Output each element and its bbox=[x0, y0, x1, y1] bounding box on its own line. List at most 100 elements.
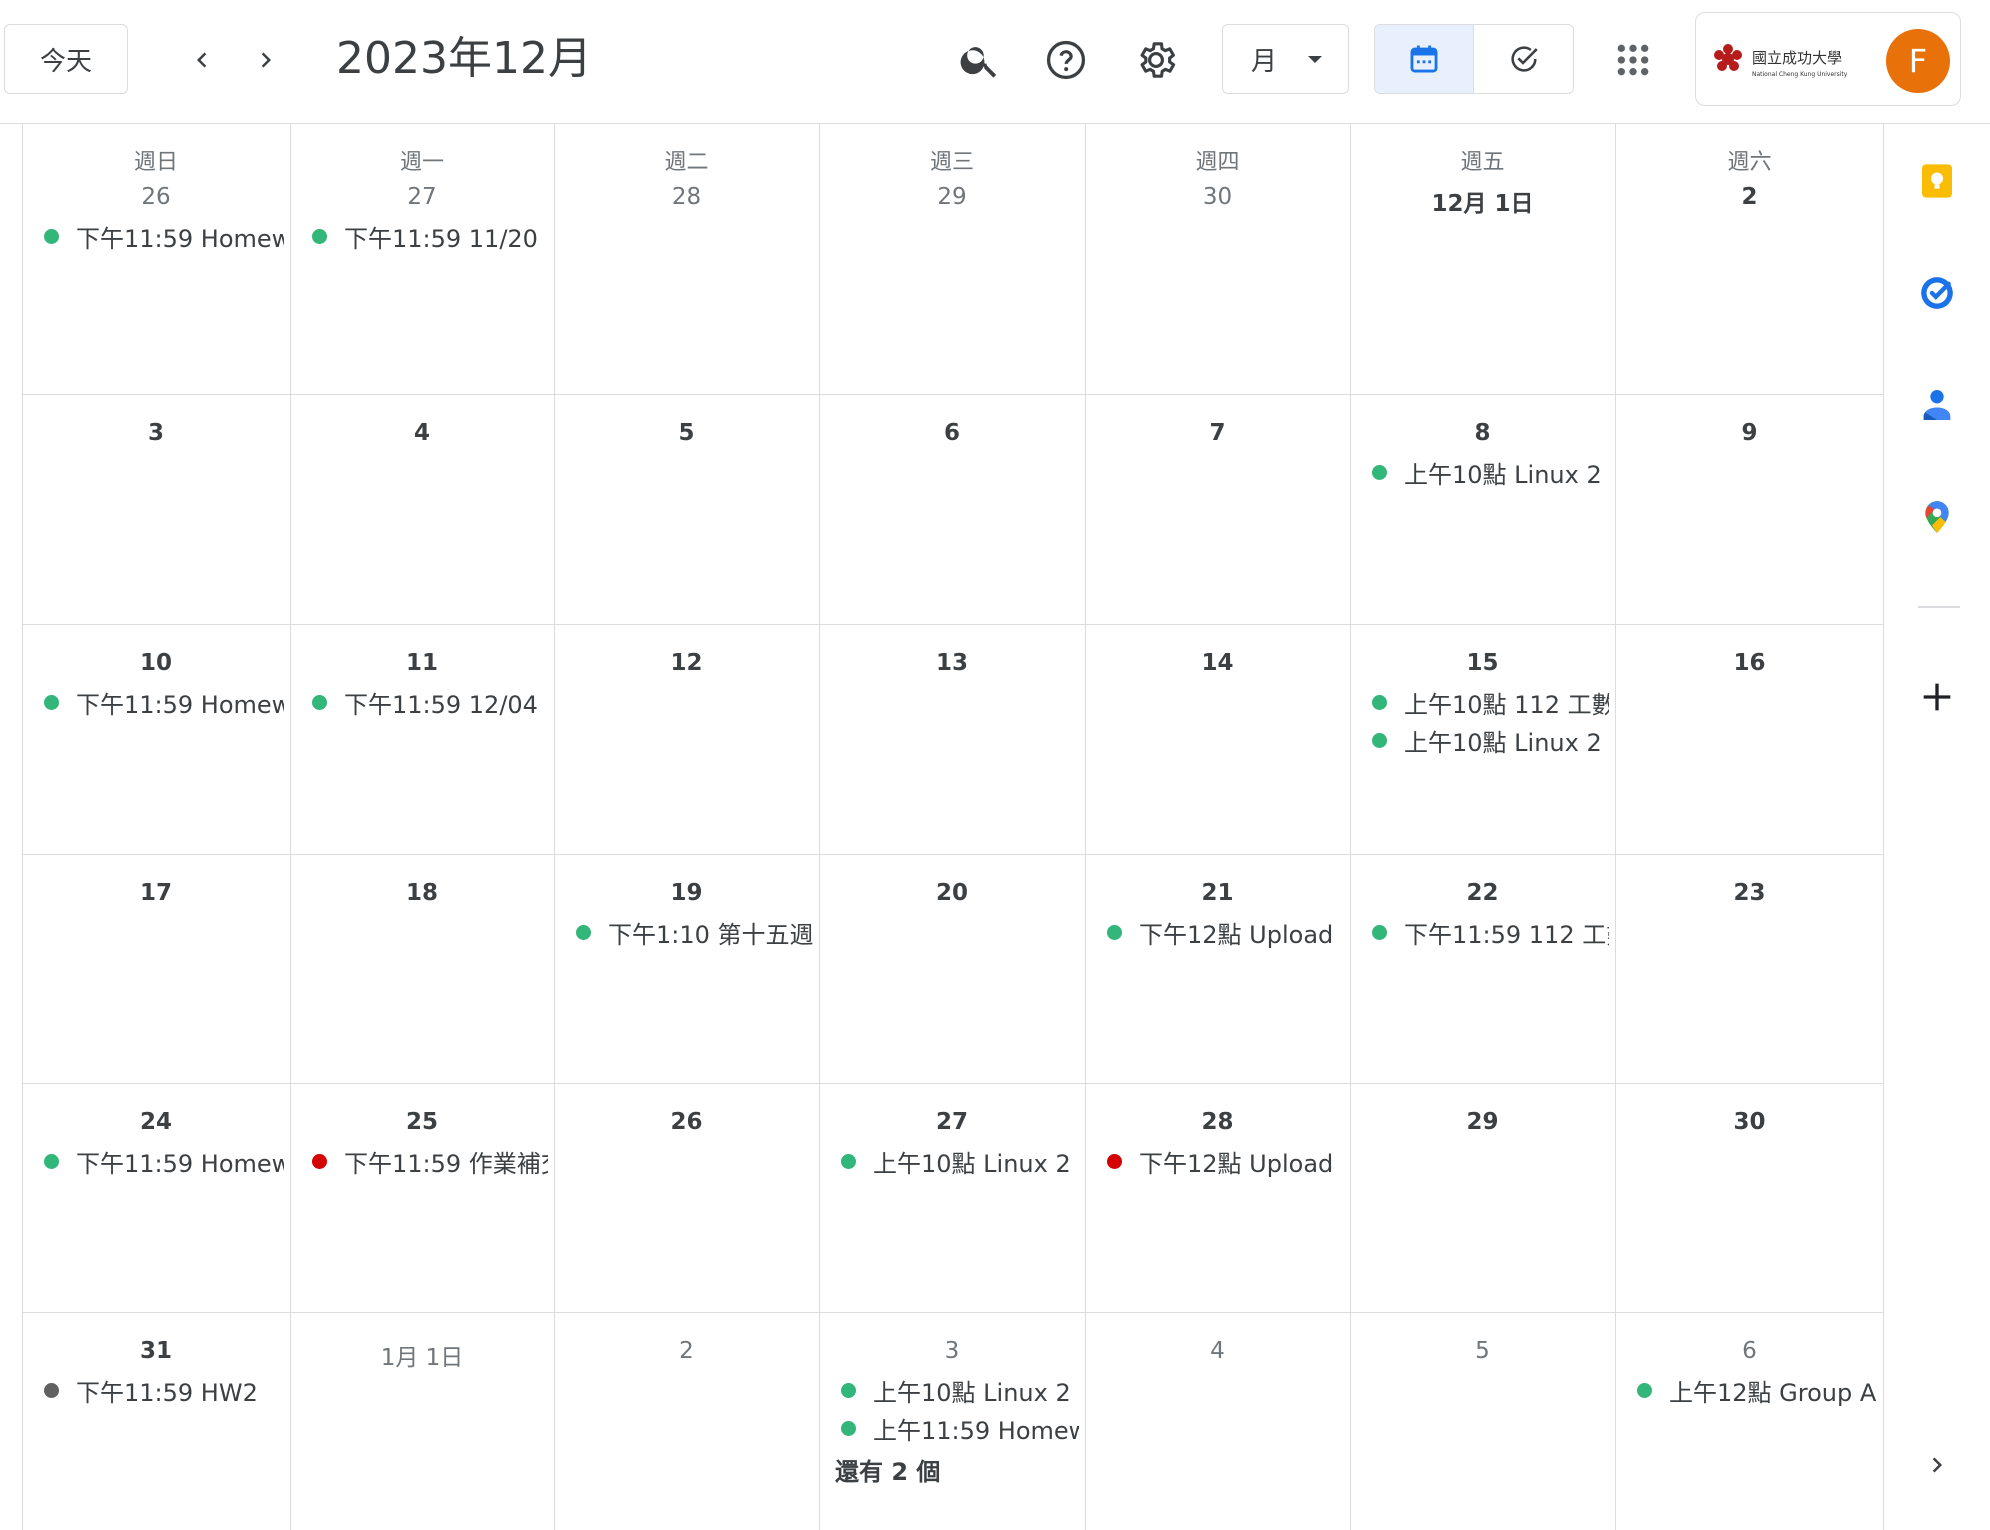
day-cell[interactable]: 1月 1日 bbox=[290, 1312, 554, 1530]
day-cell[interactable]: 週日 26 下午11:59 Homework bbox=[22, 124, 290, 394]
day-cell[interactable]: 25 下午11:59 作業補交 bbox=[290, 1083, 554, 1312]
day-number[interactable]: 2 bbox=[554, 1338, 819, 1364]
day-cell[interactable]: 28 下午12點 Upload bbox=[1085, 1083, 1350, 1312]
maps-button[interactable] bbox=[1908, 488, 1966, 546]
event-chip[interactable]: 下午11:59 Homework bbox=[44, 1141, 284, 1181]
day-number[interactable]: 27 bbox=[819, 1109, 1085, 1135]
day-cell[interactable]: 22 下午11:59 112 工數 bbox=[1350, 854, 1615, 1083]
day-number[interactable]: 31 bbox=[22, 1338, 290, 1364]
day-cell[interactable]: 15 上午10點 112 工數 上午10點 Linux 2 bbox=[1350, 624, 1615, 854]
day-cell[interactable]: 3 bbox=[22, 394, 290, 624]
next-month-button[interactable] bbox=[240, 34, 292, 86]
more-events-link[interactable]: 還有 2 個 bbox=[835, 1452, 940, 1487]
contacts-button[interactable] bbox=[1908, 376, 1966, 434]
day-cell[interactable]: 8 上午10點 Linux 2 bbox=[1350, 394, 1615, 624]
event-chip[interactable]: 上午12點 Group A bbox=[1637, 1370, 1878, 1410]
event-chip[interactable]: 下午11:59 12/04 bbox=[312, 682, 548, 722]
day-number[interactable]: 30 bbox=[1615, 1109, 1884, 1135]
day-number[interactable]: 7 bbox=[1085, 420, 1350, 446]
event-chip[interactable]: 下午11:59 Homework bbox=[44, 216, 284, 256]
day-number[interactable]: 6 bbox=[819, 420, 1085, 446]
day-cell[interactable]: 7 bbox=[1085, 394, 1350, 624]
day-cell[interactable]: 週四 30 bbox=[1085, 124, 1350, 394]
event-chip[interactable]: 下午11:59 作業補交 bbox=[312, 1141, 548, 1181]
day-cell[interactable]: 6 bbox=[819, 394, 1085, 624]
day-number[interactable]: 21 bbox=[1085, 880, 1350, 906]
day-cell[interactable]: 23 bbox=[1615, 854, 1884, 1083]
avatar[interactable]: F bbox=[1886, 29, 1950, 93]
day-number[interactable]: 19 bbox=[554, 880, 819, 906]
event-chip[interactable]: 下午12點 Upload bbox=[1107, 1141, 1344, 1181]
event-chip[interactable]: 上午10點 Linux 2 bbox=[1372, 720, 1609, 760]
day-number[interactable]: 29 bbox=[1350, 1109, 1615, 1135]
event-chip[interactable]: 上午10點 112 工數 bbox=[1372, 682, 1609, 722]
day-number[interactable]: 22 bbox=[1350, 880, 1615, 906]
day-cell[interactable]: 5 bbox=[554, 394, 819, 624]
day-number[interactable]: 25 bbox=[290, 1109, 554, 1135]
event-chip[interactable]: 上午11:59 Homework bbox=[841, 1408, 1079, 1448]
settings-button[interactable] bbox=[1126, 30, 1186, 90]
keep-button[interactable] bbox=[1908, 152, 1966, 210]
day-cell[interactable]: 週三 29 bbox=[819, 124, 1085, 394]
day-number[interactable]: 28 bbox=[554, 184, 819, 210]
view-switcher-dropdown[interactable]: 月 bbox=[1222, 24, 1349, 94]
day-cell[interactable]: 9 bbox=[1615, 394, 1884, 624]
day-cell[interactable]: 14 bbox=[1085, 624, 1350, 854]
event-chip[interactable]: 下午11:59 112 工數 bbox=[1372, 912, 1609, 952]
day-number[interactable]: 23 bbox=[1615, 880, 1884, 906]
event-chip[interactable]: 上午10點 Linux 2 bbox=[841, 1370, 1079, 1410]
day-number[interactable]: 15 bbox=[1350, 650, 1615, 676]
day-number[interactable]: 6 bbox=[1615, 1338, 1884, 1364]
day-number[interactable]: 3 bbox=[22, 420, 290, 446]
event-chip[interactable]: 下午11:59 HW2 bbox=[44, 1370, 284, 1410]
day-number[interactable]: 3 bbox=[819, 1338, 1085, 1364]
day-number[interactable]: 20 bbox=[819, 880, 1085, 906]
day-cell[interactable]: 週六 2 bbox=[1615, 124, 1884, 394]
google-apps-button[interactable] bbox=[1603, 30, 1663, 90]
day-cell[interactable]: 13 bbox=[819, 624, 1085, 854]
day-cell[interactable]: 29 bbox=[1350, 1083, 1615, 1312]
day-number[interactable]: 10 bbox=[22, 650, 290, 676]
day-cell[interactable]: 4 bbox=[1085, 1312, 1350, 1530]
day-cell[interactable]: 2 bbox=[554, 1312, 819, 1530]
search-button[interactable] bbox=[950, 30, 1010, 90]
day-number[interactable]: 12 bbox=[554, 650, 819, 676]
day-number[interactable]: 18 bbox=[290, 880, 554, 906]
day-number[interactable]: 29 bbox=[819, 184, 1085, 210]
day-number[interactable]: 11 bbox=[290, 650, 554, 676]
day-number[interactable]: 12月 1日 bbox=[1350, 184, 1615, 218]
day-cell[interactable]: 3 上午10點 Linux 2 上午11:59 Homework 還有 2 個 bbox=[819, 1312, 1085, 1530]
day-cell[interactable]: 週二 28 bbox=[554, 124, 819, 394]
day-cell[interactable]: 24 下午11:59 Homework bbox=[22, 1083, 290, 1312]
day-cell[interactable]: 16 bbox=[1615, 624, 1884, 854]
event-chip[interactable]: 下午11:59 Homework bbox=[44, 682, 284, 722]
day-cell[interactable]: 11 下午11:59 12/04 bbox=[290, 624, 554, 854]
tasks-view-toggle[interactable] bbox=[1474, 25, 1573, 93]
day-number[interactable]: 2 bbox=[1615, 184, 1884, 210]
day-cell[interactable]: 4 bbox=[290, 394, 554, 624]
day-number[interactable]: 24 bbox=[22, 1109, 290, 1135]
day-cell[interactable]: 10 下午11:59 Homework bbox=[22, 624, 290, 854]
day-number[interactable]: 13 bbox=[819, 650, 1085, 676]
day-number[interactable]: 5 bbox=[554, 420, 819, 446]
today-button[interactable]: 今天 bbox=[4, 24, 128, 94]
day-cell[interactable]: 19 下午1:10 第十五週 bbox=[554, 854, 819, 1083]
day-number[interactable]: 14 bbox=[1085, 650, 1350, 676]
day-cell[interactable]: 週五 12月 1日 bbox=[1350, 124, 1615, 394]
expand-side-panel-button[interactable] bbox=[1908, 1436, 1966, 1494]
day-cell[interactable]: 31 下午11:59 HW2 bbox=[22, 1312, 290, 1530]
event-chip[interactable]: 下午11:59 11/20 bbox=[312, 216, 548, 256]
day-cell[interactable]: 20 bbox=[819, 854, 1085, 1083]
event-chip[interactable]: 下午12點 Upload bbox=[1107, 912, 1344, 952]
previous-month-button[interactable] bbox=[176, 34, 228, 86]
day-number[interactable]: 4 bbox=[290, 420, 554, 446]
day-number[interactable]: 27 bbox=[290, 184, 554, 210]
day-number[interactable]: 16 bbox=[1615, 650, 1884, 676]
day-cell[interactable]: 30 bbox=[1615, 1083, 1884, 1312]
tasks-button[interactable] bbox=[1908, 264, 1966, 322]
day-cell[interactable]: 5 bbox=[1350, 1312, 1615, 1530]
day-cell[interactable]: 21 下午12點 Upload bbox=[1085, 854, 1350, 1083]
day-cell[interactable]: 12 bbox=[554, 624, 819, 854]
day-number[interactable]: 4 bbox=[1085, 1338, 1350, 1364]
day-cell[interactable]: 18 bbox=[290, 854, 554, 1083]
